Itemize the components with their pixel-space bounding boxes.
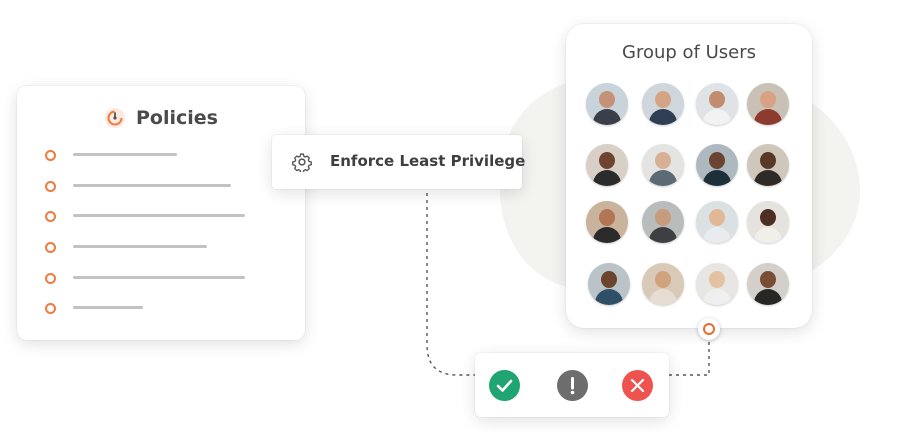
user-avatar[interactable] — [696, 201, 738, 243]
user-avatar[interactable] — [586, 83, 628, 125]
connector-node-icon — [698, 318, 720, 340]
policies-title: Policies — [136, 107, 218, 129]
policies-card: Policies — [17, 86, 305, 340]
policy-item[interactable] — [45, 302, 143, 314]
user-avatar[interactable] — [586, 201, 628, 243]
user-avatar[interactable] — [747, 144, 789, 186]
user-avatar[interactable] — [586, 144, 628, 186]
bullet-icon — [45, 302, 56, 314]
user-avatar[interactable] — [747, 201, 789, 243]
bullet-icon — [45, 180, 56, 192]
policy-placeholder-line — [73, 306, 143, 309]
user-avatar[interactable] — [696, 83, 738, 125]
exclamation-icon[interactable] — [557, 370, 588, 401]
policy-item[interactable] — [45, 241, 207, 253]
user-avatar[interactable] — [588, 263, 630, 305]
policy-placeholder-line — [73, 276, 245, 279]
policy-logo-icon — [105, 108, 125, 128]
policy-item[interactable] — [45, 272, 245, 284]
bullet-icon — [45, 149, 56, 161]
status-card — [475, 353, 669, 417]
bullet-icon — [45, 210, 56, 222]
policy-item[interactable] — [45, 210, 245, 222]
user-avatar[interactable] — [642, 144, 684, 186]
user-avatar[interactable] — [696, 263, 738, 305]
user-avatar[interactable] — [747, 263, 789, 305]
user-avatar[interactable] — [696, 144, 738, 186]
user-avatar[interactable] — [642, 201, 684, 243]
group-title: Group of Users — [622, 42, 756, 63]
enforce-label: Enforce Least Privilege — [330, 152, 526, 170]
policy-item[interactable] — [45, 180, 231, 192]
user-avatar[interactable] — [642, 83, 684, 125]
user-avatar[interactable] — [747, 83, 789, 125]
policy-placeholder-line — [73, 153, 177, 156]
policy-placeholder-line — [73, 245, 207, 248]
policies-header: Policies — [17, 104, 305, 132]
policy-placeholder-line — [73, 214, 245, 217]
enforce-least-privilege-card[interactable]: Enforce Least Privilege — [272, 135, 526, 189]
gear-icon — [292, 153, 312, 172]
check-icon[interactable] — [489, 370, 520, 401]
bullet-icon — [45, 241, 56, 253]
group-of-users-card: Group of Users — [566, 24, 812, 328]
policy-placeholder-line — [73, 184, 231, 187]
user-avatar[interactable] — [642, 263, 684, 305]
policy-item[interactable] — [45, 149, 177, 161]
close-icon[interactable] — [622, 370, 653, 401]
bullet-icon — [45, 272, 56, 284]
